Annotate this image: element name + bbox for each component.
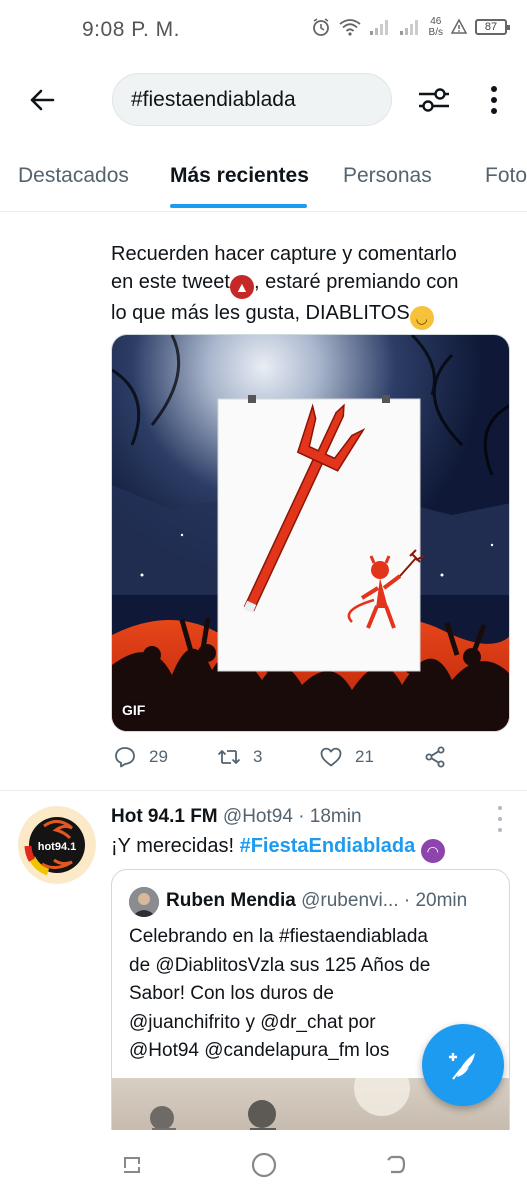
tweet-actions: 29 3 21 xyxy=(111,745,511,779)
back-arrow-icon xyxy=(30,89,55,111)
person-avatar-icon xyxy=(129,887,159,917)
network-speed-unit: B/s xyxy=(428,27,443,38)
hashtag-link[interactable]: #FiestaEndiablada xyxy=(240,835,416,857)
home-nav-button[interactable] xyxy=(249,1150,279,1180)
network-speed: 46 B/s xyxy=(429,16,443,38)
tab-destacados[interactable]: Destacados xyxy=(18,164,129,188)
hot94-logo-icon: hot94.1 xyxy=(18,806,96,884)
like-count: 21 xyxy=(355,747,374,766)
compose-feather-icon xyxy=(449,1053,475,1080)
quote-avatar xyxy=(129,887,159,917)
tweet-text-line: en este tweet ▲, estaré premiando con xyxy=(111,268,511,299)
signal-icon xyxy=(369,20,388,35)
recents-nav-button[interactable] xyxy=(117,1150,147,1180)
recents-icon xyxy=(124,1157,140,1173)
reply-icon xyxy=(115,747,135,768)
tab-fotos[interactable]: Foto xyxy=(485,164,527,188)
quote-author-handle: @rubenvi... xyxy=(301,890,399,911)
more-options-button[interactable] xyxy=(476,78,512,122)
wifi-icon xyxy=(338,19,361,36)
tweet-divider xyxy=(0,790,527,791)
back-button[interactable] xyxy=(22,80,62,120)
tweet-text-segment: , estaré premiando con xyxy=(253,271,459,293)
tweet-header: Hot 94.1 FM @Hot94 · 18min xyxy=(111,805,501,829)
retweet-icon xyxy=(217,750,241,764)
like-button[interactable]: 21 xyxy=(319,745,374,769)
status-time: 9:08 P. M. xyxy=(82,18,181,41)
signal-icon xyxy=(399,20,418,35)
author-name[interactable]: Hot 94.1 FM xyxy=(111,806,218,827)
devil-emoji-icon: ▲ xyxy=(229,275,254,299)
more-vertical-icon xyxy=(491,86,497,114)
devil-trident-gif-image xyxy=(112,335,509,731)
back-nav-icon xyxy=(387,1155,406,1174)
separator-dot: · xyxy=(403,890,411,911)
filter-button[interactable] xyxy=(412,78,456,122)
quote-header: Ruben Mendia @rubenvi... · 20min xyxy=(166,888,501,914)
reply-button[interactable]: 29 xyxy=(113,745,168,769)
status-bar: 9:08 P. M. 46 B/s 87 xyxy=(0,0,527,60)
gif-badge: GIF xyxy=(122,702,146,718)
tab-personas[interactable]: Personas xyxy=(343,164,432,188)
avatar-logo-text: hot94.1 xyxy=(38,841,77,853)
tweet-text-line: Recuerden hacer capture y comentarlo xyxy=(111,243,457,265)
tweet-text-segment: en este tweet xyxy=(111,271,230,293)
tweet-more-icon[interactable] xyxy=(490,806,510,832)
tweet-text: Recuerden hacer capture y comentarlo en … xyxy=(111,240,511,330)
alarm-icon xyxy=(312,18,329,36)
avatar[interactable]: hot94.1 xyxy=(18,806,96,884)
warning-icon xyxy=(451,19,467,34)
reply-count: 29 xyxy=(149,747,168,766)
quote-text-line: Sabor! Con los duros de xyxy=(129,983,334,1004)
heart-icon xyxy=(320,747,342,767)
tweet-text: ¡Y merecidas! #FiestaEndiablada ◠ xyxy=(111,833,445,863)
share-icon xyxy=(425,746,445,768)
active-tab-indicator xyxy=(170,204,307,208)
tweet-text-line: lo que más les gusta, DIABLITOS ◡ xyxy=(111,299,511,330)
filter-sliders-icon xyxy=(419,88,449,112)
smirk-emoji-icon: ◡ xyxy=(409,306,434,330)
separator-dot: · xyxy=(298,806,305,827)
compose-tweet-button[interactable] xyxy=(422,1024,504,1106)
search-input[interactable]: #fiestaendiablada xyxy=(112,73,392,126)
tweet-time: 18min xyxy=(309,806,362,827)
search-tabs: Destacados Más recientes Personas Foto xyxy=(0,140,527,212)
tweet-text-segment: lo que más les gusta, DIABLITOS xyxy=(111,302,410,324)
tweet-text-segment: ¡Y merecidas! xyxy=(111,835,240,857)
battery-icon: 87 xyxy=(475,19,510,35)
system-nav-bar xyxy=(0,1130,527,1200)
back-nav-button[interactable] xyxy=(381,1150,411,1180)
quote-text-line: de @DiablitosVzla sus 125 Años de xyxy=(129,954,431,976)
home-circle-icon xyxy=(251,1152,277,1178)
retweet-button[interactable]: 3 xyxy=(217,745,262,769)
retweet-count: 3 xyxy=(253,747,263,766)
status-icons: 46 B/s 87 xyxy=(311,16,510,38)
tweet-gif-media[interactable] xyxy=(111,334,510,732)
quote-time: 20min xyxy=(415,890,468,911)
tab-mas-recientes[interactable]: Más recientes xyxy=(170,164,309,188)
author-handle[interactable]: @Hot94 xyxy=(223,806,293,827)
imp-emoji-icon: ◠ xyxy=(420,839,445,863)
quote-author-name: Ruben Mendia xyxy=(166,890,296,911)
quote-text-line: Celebrando en la #fiestaendiablada xyxy=(129,926,428,947)
share-button[interactable] xyxy=(423,745,447,769)
network-speed-value: 46 xyxy=(430,16,442,27)
top-bar: #fiestaendiablada xyxy=(0,60,527,140)
